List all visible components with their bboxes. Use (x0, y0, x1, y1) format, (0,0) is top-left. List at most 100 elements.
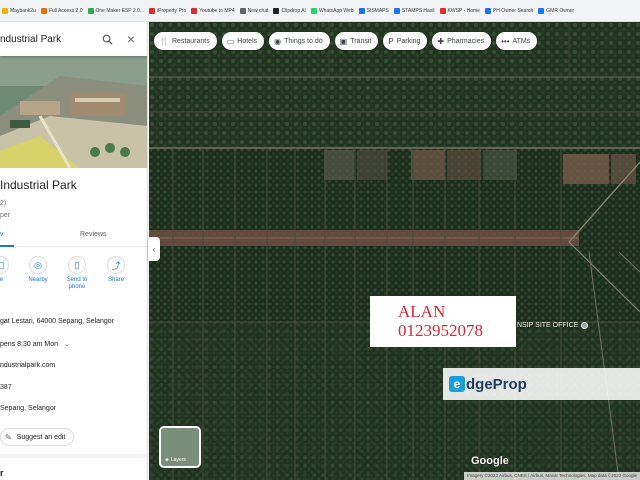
bookmark-favicon-icon (40, 7, 47, 14)
bookmark-item[interactable]: PH Owner Search (484, 7, 534, 14)
bookmark-label: PH Owner Search (492, 7, 534, 14)
bookmark-label: Clipdrop AI (281, 7, 306, 14)
plus-code-row[interactable]: Sepang, Selangor (0, 405, 56, 412)
chip-label: Pharmacies (447, 37, 485, 45)
search-icon[interactable] (100, 32, 114, 46)
send-to-phone-label: Send to phone (66, 277, 88, 290)
contact-name: ALAN (398, 302, 446, 321)
layers-button[interactable]: ◈ Layers (159, 426, 201, 468)
google-logo: Google (471, 455, 509, 467)
satellite-imagery (149, 22, 640, 480)
bookmark-item[interactable]: KWSP - Home (439, 7, 480, 14)
bookmark-item[interactable]: iProperty Pro (149, 7, 187, 14)
save-button[interactable]: ◧ ve (0, 256, 15, 284)
layers-label-row: ◈ Layers (165, 457, 186, 463)
bookmark-label: One Maker ESP 2.0... (95, 7, 145, 14)
chevron-down-icon[interactable]: ⌄ (64, 340, 70, 348)
bookmark-label: WhatsApp Web (318, 7, 354, 14)
chip-hotels[interactable]: ▭ Hotels (221, 32, 265, 50)
chip-icon: ▣ (339, 36, 348, 46)
chip-pharmacies[interactable]: ✚ Pharmacies (432, 32, 492, 50)
nearby-button[interactable]: ◎ Nearby (23, 256, 53, 284)
edgeprop-logo-icon: e (449, 376, 465, 392)
bookmark-item[interactable]: STAMPS Hasil (393, 7, 435, 14)
bookmark-favicon-icon (87, 7, 94, 14)
rating-info: 2) (0, 200, 7, 207)
chip-icon: 🍴 (159, 36, 169, 46)
share-icon: ⤴ (107, 256, 125, 274)
bookmark-item[interactable]: New chat (239, 7, 269, 14)
hours-row[interactable]: pens 8:30 am Mon ⌄ (0, 340, 70, 348)
map-place-label[interactable]: NSIP SITE OFFICE (517, 322, 589, 329)
chip-label: Parking (396, 37, 421, 45)
chip-things-to-do[interactable]: ◉ Things to do (269, 32, 330, 50)
chip-label: Restaurants (171, 37, 210, 45)
tab-active-indicator (0, 245, 14, 247)
place-tabs: v Reviews (0, 227, 147, 247)
phone-icon: ▯ (68, 256, 86, 274)
bookmark-favicon-icon (310, 7, 317, 14)
chip-icon: ✚ (437, 36, 445, 46)
tab-overview[interactable]: v (0, 231, 4, 238)
bookmark-label: Youtube to MP4 (199, 7, 235, 14)
action-buttons: ◧ ve ◎ Nearby ▯ Send to phone ⤴ Share (0, 256, 147, 300)
bookmark-favicon-icon (2, 7, 8, 14)
map-pin-icon[interactable] (581, 322, 589, 329)
chevron-left-icon: ‹ (152, 244, 156, 254)
chip-parking[interactable]: P Parking (383, 32, 428, 50)
bookmark-label: New chat (247, 7, 269, 14)
bookmark-item[interactable]: SISMAPS (358, 7, 389, 14)
nearby-icon: ◎ (29, 256, 47, 274)
chip-icon: ••• (501, 36, 510, 46)
suggest-edit-button[interactable]: ✎ Suggest an edit (0, 428, 75, 446)
bookmark-item[interactable]: One Maker ESP 2.0... (87, 7, 145, 14)
website-row[interactable]: ndustrialpark.com (0, 362, 55, 369)
bookmark-item[interactable]: Maybank2u (2, 7, 36, 14)
tab-reviews[interactable]: Reviews (80, 231, 106, 238)
chip-label: Hotels (237, 37, 258, 45)
send-to-phone-button[interactable]: ▯ Send to phone (62, 256, 92, 291)
layers-icon: ◈ (165, 457, 169, 463)
bookmark-favicon-icon (149, 7, 156, 14)
section-heading: r (0, 468, 4, 478)
bookmark-favicon-icon (439, 7, 446, 14)
chip-transit[interactable]: ▣ Transit (334, 32, 379, 50)
bookmark-favicon-icon (191, 7, 198, 14)
bookmark-item[interactable]: Youtube to MP4 (191, 7, 235, 14)
bookmark-item[interactable]: GMR Owner (538, 7, 574, 14)
bookmark-item[interactable]: WhatsApp Web (310, 7, 354, 14)
close-icon[interactable]: × (124, 32, 138, 46)
bookmark-label: STAMPS Hasil (401, 7, 435, 14)
address-row[interactable]: gat Lestari, 64000 Sepang, Selangor (0, 318, 114, 325)
place-category[interactable]: per (0, 212, 10, 219)
phone-row[interactable]: 387 (0, 384, 12, 391)
chip-restaurants[interactable]: 🍴 Restaurants (154, 32, 217, 50)
pencil-icon: ✎ (5, 432, 12, 442)
bookmark-label: SISMAPS (366, 7, 389, 14)
layers-label: Layers (170, 457, 186, 463)
contact-overlay: ALAN 0123952078 (370, 296, 516, 347)
bookmark-label: iProperty Pro (157, 7, 187, 14)
chip-label: Transit (350, 37, 372, 45)
bookmark-favicon-icon (358, 7, 365, 14)
chip-icon: ◉ (274, 36, 282, 46)
bookmark-favicon-icon (393, 7, 400, 14)
site-office-label: NSIP SITE OFFICE (517, 322, 579, 329)
bookmarks-bar: Maybank2u Full Access 2.0 One Maker ESP 2.… (0, 0, 640, 22)
place-title: Industrial Park (0, 178, 77, 192)
search-input[interactable]: ndustrial Park (0, 34, 100, 45)
bookmark-favicon-icon (538, 7, 545, 14)
satellite-map[interactable]: 🍴 Restaurants ▭ Hotels ◉ Things to do ▣ Transit… (149, 22, 640, 480)
bookmark-item[interactable]: Full Access 2.0 (40, 7, 83, 14)
chip-atms[interactable]: ••• ATMs (496, 32, 538, 50)
bookmark-favicon-icon (484, 7, 491, 14)
search-box[interactable]: ndustrial Park × (0, 22, 147, 56)
collapse-panel-button[interactable]: ‹ (148, 237, 160, 261)
bookmark-label: Full Access 2.0 (48, 7, 83, 14)
share-button[interactable]: ⤴ Share (101, 256, 131, 284)
bookmark-item[interactable]: Clipdrop AI (273, 7, 306, 14)
share-label: Share (107, 277, 124, 283)
chip-icon: P (388, 36, 394, 46)
edgeprop-logo-text: dgeProp (466, 375, 527, 393)
place-photo[interactable] (0, 56, 147, 168)
